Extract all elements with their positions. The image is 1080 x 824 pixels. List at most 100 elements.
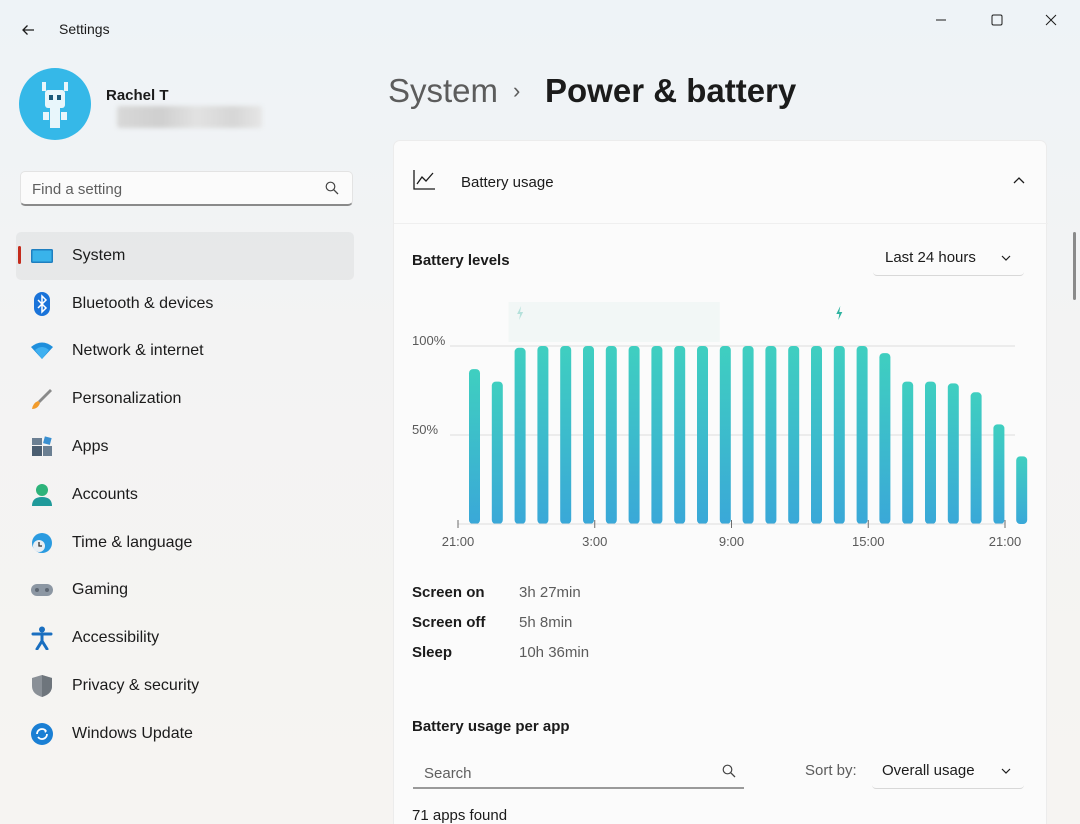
- chevron-down-icon: [1001, 255, 1011, 261]
- battery-bar: [605, 346, 617, 524]
- sidebar-item-privacy[interactable]: Privacy & security: [16, 662, 354, 710]
- breadcrumb-separator: ›: [513, 78, 521, 103]
- battery-bar: [856, 346, 868, 524]
- battery-bar: [765, 346, 777, 524]
- battery-bar: [970, 392, 982, 524]
- sidebar-item-label: Personalization: [72, 390, 182, 408]
- chevron-up-icon[interactable]: [1012, 173, 1026, 192]
- y-tick-label: 50%: [412, 422, 438, 437]
- sidebar-nav: System Bluetooth & devices Network & int…: [16, 232, 354, 758]
- user-name: Rachel T: [106, 87, 169, 104]
- shield-icon: [30, 674, 54, 698]
- battery-bar: [719, 346, 731, 524]
- app-search-input[interactable]: [424, 763, 704, 783]
- breadcrumb-system[interactable]: System: [388, 72, 498, 110]
- battery-bar: [902, 381, 914, 524]
- battery-bar: [651, 346, 663, 524]
- find-setting-input[interactable]: [32, 179, 312, 199]
- sort-by-dropdown[interactable]: Overall usage: [872, 753, 1024, 789]
- battery-bar: [583, 346, 594, 524]
- battery-bar: [628, 346, 640, 524]
- app-title: Settings: [59, 21, 110, 37]
- sidebar-item-label: System: [72, 246, 126, 264]
- scrollbar-thumb[interactable]: [1073, 232, 1076, 300]
- sidebar-item-label: Privacy & security: [72, 677, 200, 695]
- sidebar-item-windows-update[interactable]: Windows Update: [16, 710, 354, 758]
- page-title: Power & battery: [545, 72, 797, 109]
- system-icon: [30, 244, 54, 268]
- x-tick-label: 9:00: [719, 534, 744, 549]
- battery-bar: [697, 346, 708, 524]
- sidebar-item-time-language[interactable]: Time & language: [16, 519, 354, 567]
- wifi-icon: [30, 339, 54, 363]
- sidebar-item-apps[interactable]: Apps: [16, 423, 354, 471]
- sidebar-item-label: Windows Update: [72, 724, 193, 742]
- time-range-selected: Last 24 hours: [885, 249, 976, 266]
- sidebar-item-accessibility[interactable]: Accessibility: [16, 614, 354, 662]
- sidebar-item-personalization[interactable]: Personalization: [16, 375, 354, 423]
- stat-value: 10h 36min: [519, 644, 590, 661]
- battery-usage-header[interactable]: Battery usage: [394, 141, 1048, 223]
- time-range-dropdown[interactable]: Last 24 hours: [873, 240, 1024, 276]
- search-icon: [325, 181, 339, 200]
- sidebar-item-label: Accounts: [72, 485, 138, 503]
- battery-bar: [514, 347, 526, 524]
- close-icon: [1045, 14, 1057, 26]
- sidebar-item-accounts[interactable]: Accounts: [16, 471, 354, 519]
- battery-levels-title: Battery levels: [412, 252, 510, 269]
- sidebar-item-label: Network & internet: [72, 342, 204, 360]
- globe-clock-icon: [30, 531, 54, 555]
- charging-icon: [836, 306, 843, 320]
- search-icon: [722, 764, 736, 783]
- close-button[interactable]: [1028, 8, 1074, 32]
- stat-label: Screen off: [412, 614, 486, 631]
- battery-bar: [833, 346, 845, 524]
- sidebar-item-bluetooth[interactable]: Bluetooth & devices: [16, 280, 354, 328]
- battery-bar: [560, 346, 572, 524]
- sidebar-item-label: Gaming: [72, 581, 129, 599]
- x-tick-label: 3:00: [582, 534, 607, 549]
- battery-bar: [993, 424, 1005, 524]
- apps-icon: [30, 435, 54, 459]
- bluetooth-icon: [30, 291, 54, 316]
- minimize-button[interactable]: [918, 8, 964, 32]
- battery-levels-svg: 50% 100% 21:00 3:00 9:00 15:00 21:00: [412, 302, 1028, 549]
- brush-icon: [30, 387, 54, 411]
- robot-avatar-icon: [42, 82, 68, 128]
- lightning-bolt: [836, 306, 843, 320]
- accessibility-icon: [30, 626, 54, 651]
- battery-bar: [1016, 456, 1028, 524]
- battery-bar: [879, 353, 891, 524]
- charging-band: [508, 302, 720, 342]
- maximize-button[interactable]: [974, 8, 1020, 32]
- app-search-box[interactable]: [413, 756, 744, 789]
- sidebar-item-label: Apps: [72, 438, 109, 456]
- stat-value: 5h 8min: [519, 614, 573, 631]
- update-icon: [30, 722, 54, 746]
- stat-label: Sleep: [412, 644, 453, 661]
- sidebar-item-network[interactable]: Network & internet: [16, 328, 354, 376]
- chevron-down-icon: [1001, 768, 1011, 774]
- stat-value: 3h 27min: [519, 584, 581, 601]
- battery-bar: [491, 381, 503, 524]
- x-tick-label: 21:00: [989, 534, 1022, 549]
- sort-by-selected: Overall usage: [882, 762, 975, 779]
- find-setting-search[interactable]: [20, 171, 353, 206]
- battery-bar: [674, 346, 686, 524]
- battery-usage-label: Battery usage: [461, 174, 554, 191]
- battery-bar: [788, 346, 800, 524]
- x-tick-label: 15:00: [852, 534, 885, 549]
- maximize-icon: [991, 14, 1003, 26]
- avatar[interactable]: [19, 68, 91, 140]
- apps-found-count: 71 apps found: [412, 807, 508, 824]
- sort-by-label: Sort by:: [805, 762, 857, 779]
- sidebar-item-gaming[interactable]: Gaming: [16, 567, 354, 615]
- sidebar-item-system[interactable]: System: [16, 232, 354, 280]
- battery-bar: [947, 383, 959, 524]
- accounts-icon: [30, 483, 54, 507]
- battery-bar: [925, 381, 936, 524]
- back-button[interactable]: [16, 18, 40, 42]
- stat-label: Screen on: [412, 584, 485, 601]
- battery-levels-chart: 50% 100% 21:00 3:00 9:00 15:00 21:00: [405, 290, 1035, 560]
- sidebar-item-label: Time & language: [72, 533, 193, 551]
